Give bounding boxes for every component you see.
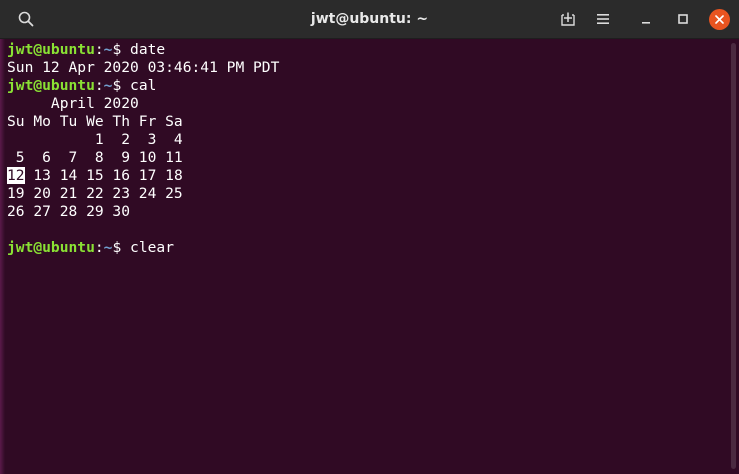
output-line: Sun 12 Apr 2020 03:46:41 PM PDT	[7, 59, 280, 76]
command-line: jwt@ubuntu:~$ clear	[7, 239, 727, 257]
command-line: jwt@ubuntu:~$ date	[7, 41, 727, 59]
output-line: 19 20 21 22 23 24 25	[7, 185, 183, 202]
new-tab-icon	[561, 12, 575, 26]
current-day-highlight: 12	[7, 167, 25, 184]
prompt-symbol: $	[112, 77, 131, 94]
command-text: clear	[130, 239, 174, 256]
scrollbar[interactable]	[727, 39, 739, 474]
command-text: cal	[130, 77, 157, 94]
prompt-colon: :	[94, 239, 104, 256]
menu-button[interactable]	[589, 5, 617, 33]
maximize-button[interactable]	[669, 5, 697, 33]
maximize-icon	[678, 14, 688, 24]
terminal-output[interactable]: jwt@ubuntu:~$ date Sun 12 Apr 2020 03:46:…	[0, 39, 727, 474]
hamburger-menu-icon	[597, 14, 609, 24]
output-line: 5 6 7 8 9 10 11	[7, 149, 183, 166]
calendar-week-row: 12 13 14 15 16 17 18	[7, 167, 727, 185]
title-bar[interactable]: jwt@ubuntu: ~	[0, 0, 739, 39]
close-icon	[714, 14, 724, 24]
scrollbar-thumb[interactable]	[731, 43, 736, 469]
output-line: 26 27 28 29 30	[7, 203, 131, 220]
minimize-icon	[642, 22, 650, 24]
prompt-user-host: jwt@ubuntu	[7, 41, 95, 58]
prompt-user-host: jwt@ubuntu	[7, 77, 95, 94]
prompt-symbol: $	[112, 239, 131, 256]
new-tab-button[interactable]	[554, 5, 582, 33]
window-title: jwt@ubuntu: ~	[310, 11, 429, 27]
command-line: jwt@ubuntu:~$ cal	[7, 77, 727, 95]
search-icon	[18, 11, 34, 27]
search-button[interactable]	[12, 5, 40, 33]
close-button-circle	[708, 8, 730, 30]
close-button[interactable]	[705, 5, 733, 33]
prompt-colon: :	[94, 41, 104, 58]
minimize-button[interactable]	[632, 5, 660, 33]
terminal-window: jwt@ubuntu: ~ jwt@ubuntu:~$ date Sun 12 …	[0, 0, 739, 474]
output-line: Su Mo Tu We Th Fr Sa	[7, 113, 183, 130]
prompt-symbol: $	[112, 41, 131, 58]
prompt-colon: :	[94, 77, 104, 94]
calendar-row-rest: 13 14 15 16 17 18	[24, 167, 183, 184]
command-text: date	[130, 41, 166, 58]
output-line: 1 2 3 4	[7, 131, 183, 148]
output-line: April 2020	[7, 95, 139, 112]
prompt-user-host: jwt@ubuntu	[7, 239, 95, 256]
